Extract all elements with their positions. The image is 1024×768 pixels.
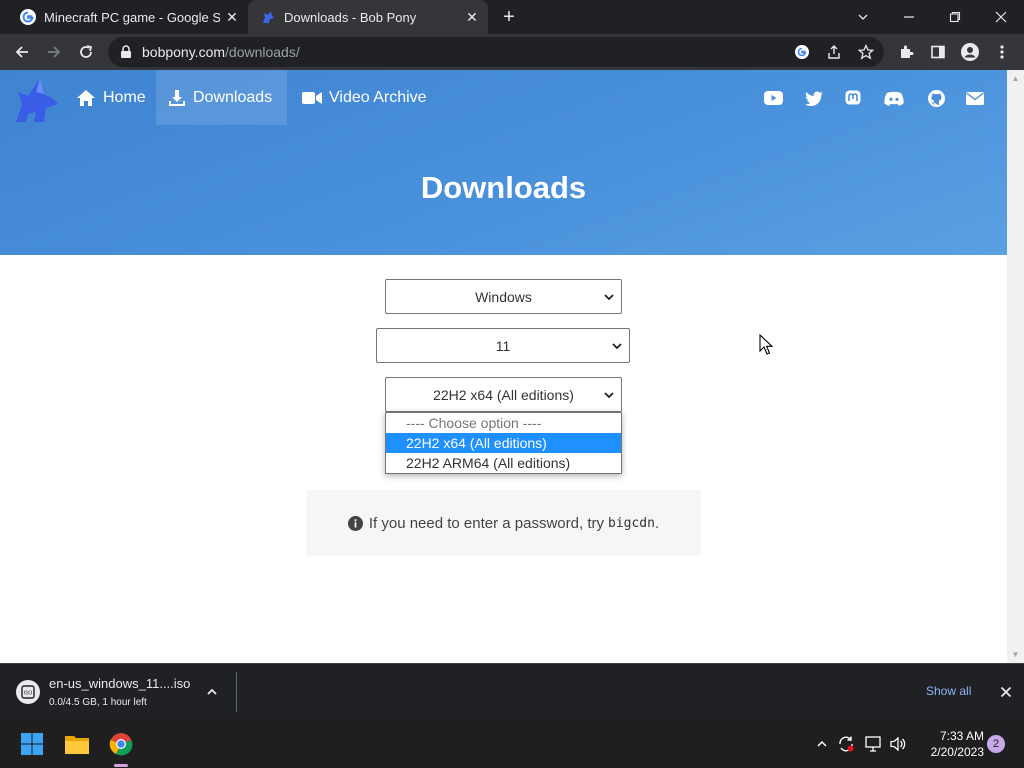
active-app-indicator	[114, 764, 128, 767]
mastodon-icon[interactable]	[843, 88, 863, 108]
url-path: /downloads/	[225, 44, 300, 60]
nav-video-archive[interactable]: Video Archive	[290, 70, 439, 125]
twitter-icon[interactable]	[804, 88, 824, 108]
nav-label: Home	[103, 88, 146, 106]
download-status: 0.0/4.5 GB, 1 hour left	[49, 697, 147, 708]
show-all-link[interactable]: Show all	[926, 684, 971, 698]
lock-icon[interactable]	[120, 45, 132, 64]
discord-icon[interactable]	[884, 88, 904, 108]
windows-taskbar: 7:33 AM 2/20/2023 2	[0, 720, 1024, 768]
download-filename[interactable]: en-us_windows_11....iso	[49, 676, 190, 691]
volume-icon[interactable]	[888, 734, 908, 754]
page-scrollbar[interactable]: ▲ ▼	[1007, 70, 1024, 663]
nav-label: Video Archive	[329, 88, 427, 106]
address-bar[interactable]: bobpony.com/downloads/	[108, 37, 884, 67]
version-select[interactable]: 11	[376, 328, 630, 363]
download-shelf: ISO en-us_windows_11....iso 0.0/4.5 GB, …	[0, 663, 1024, 720]
svg-text:ISO: ISO	[24, 691, 33, 697]
tab-close-icon[interactable]: ✕	[224, 9, 240, 25]
scroll-up-icon[interactable]: ▲	[1011, 74, 1020, 83]
version-select-value: 11	[495, 337, 511, 354]
nav-home[interactable]: Home	[64, 70, 158, 125]
browser-toolbar: bobpony.com/downloads/	[0, 34, 1024, 70]
google-lens-icon[interactable]	[792, 42, 812, 62]
tab-title: Downloads - Bob Pony	[284, 9, 417, 25]
mouse-cursor-icon	[759, 333, 774, 360]
bookmark-star-icon[interactable]	[856, 42, 876, 62]
scroll-down-icon[interactable]: ▼	[1011, 650, 1020, 659]
reload-icon[interactable]	[72, 38, 100, 66]
side-panel-icon[interactable]	[924, 38, 952, 66]
chevron-down-icon	[612, 343, 622, 350]
file-explorer-icon[interactable]	[61, 728, 93, 760]
chrome-icon[interactable]	[105, 728, 137, 760]
build-options-list: ---- Choose option ---- 22H2 x64 (All ed…	[385, 412, 622, 474]
hint-password-code: bigcdn	[608, 515, 655, 531]
hero-banner: Home Downloads Video Archive Downloads	[0, 70, 1007, 255]
password-hint: If you need to enter a password, try big…	[306, 490, 701, 556]
chevron-up-icon[interactable]	[204, 684, 220, 700]
tab-strip: Minecraft PC game - Google Search ✕ Down…	[0, 0, 1024, 34]
os-select-value: Windows	[475, 288, 532, 305]
download-icon	[168, 89, 186, 107]
build-option[interactable]: 22H2 x64 (All editions)	[386, 433, 621, 453]
system-clock[interactable]: 7:33 AM 2/20/2023	[914, 728, 984, 760]
close-icon[interactable]	[998, 684, 1014, 700]
page-title: Downloads	[420, 170, 587, 205]
site-nav: Home Downloads Video Archive	[0, 70, 1007, 125]
clock-time: 7:33 AM	[939, 729, 984, 743]
close-window-icon[interactable]	[978, 0, 1024, 34]
tab-google-search[interactable]: Minecraft PC game - Google Search ✕	[0, 0, 248, 34]
google-g-icon	[20, 9, 36, 25]
build-option[interactable]: ---- Choose option ----	[386, 413, 621, 433]
home-icon	[76, 89, 96, 107]
tab-bob-pony-downloads[interactable]: Downloads - Bob Pony ✕	[248, 0, 488, 34]
forward-icon[interactable]	[40, 38, 68, 66]
bob-pony-logo[interactable]	[10, 74, 62, 126]
extensions-icon[interactable]	[892, 38, 920, 66]
info-icon	[347, 515, 363, 531]
build-select[interactable]: 22H2 x64 (All editions)	[385, 377, 622, 412]
iso-file-icon[interactable]: ISO	[16, 680, 40, 704]
notification-badge[interactable]: 2	[987, 735, 1005, 753]
clock-date: 2/20/2023	[930, 745, 984, 759]
profile-icon[interactable]	[956, 38, 984, 66]
menu-kebab-icon[interactable]	[988, 38, 1016, 66]
network-icon[interactable]	[863, 734, 883, 754]
hint-suffix: .	[654, 514, 660, 532]
chevron-up-icon[interactable]	[812, 734, 832, 754]
back-icon[interactable]	[8, 38, 36, 66]
restore-icon[interactable]	[932, 0, 978, 34]
youtube-icon[interactable]	[763, 88, 783, 108]
nav-downloads[interactable]: Downloads	[156, 70, 287, 125]
page-viewport: Home Downloads Video Archive Downloads W…	[0, 70, 1007, 663]
minimize-icon[interactable]	[886, 0, 932, 34]
bob-pony-icon	[260, 9, 276, 25]
github-icon[interactable]	[926, 88, 946, 108]
build-option[interactable]: 22H2 ARM64 (All editions)	[386, 453, 621, 473]
new-tab-icon[interactable]: +	[498, 6, 520, 28]
shelf-divider	[236, 672, 237, 712]
email-icon[interactable]	[965, 88, 985, 108]
url-text: bobpony.com/downloads/	[142, 44, 300, 60]
url-host: bobpony.com	[142, 44, 226, 60]
build-select-value: 22H2 x64 (All editions)	[433, 386, 574, 403]
video-camera-icon	[302, 91, 322, 105]
os-select[interactable]: Windows	[385, 279, 622, 314]
windows-start-icon[interactable]	[16, 728, 48, 760]
sync-icon[interactable]	[836, 734, 856, 754]
chevron-down-icon	[604, 294, 614, 301]
tab-close-icon[interactable]: ✕	[464, 9, 480, 25]
hint-text: If you need to enter a password, try	[368, 514, 604, 532]
tab-search-icon[interactable]	[840, 0, 886, 34]
chevron-down-icon	[604, 392, 614, 399]
share-icon[interactable]	[824, 42, 844, 62]
tab-title: Minecraft PC game - Google Search	[44, 9, 220, 25]
nav-label: Downloads	[193, 88, 273, 106]
